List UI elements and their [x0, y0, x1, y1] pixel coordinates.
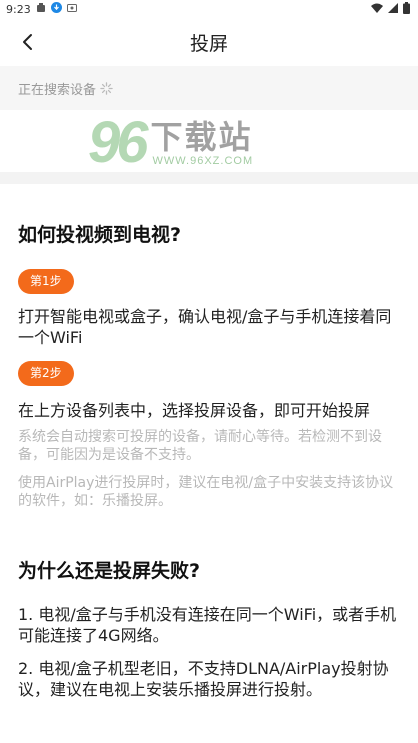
hint-text: 系统会自动搜索可投屏的设备，请耐心等待。若检测不到设备，可能因为是设备不支持。 [18, 429, 382, 463]
step-1: 第1步 打开智能电视或盒子，确认电视/盒子与手机连接着同一个WiFi [18, 269, 400, 348]
watermark-logo: 96 下载站 WWW.96XZ.COM [88, 114, 253, 172]
notification-icon [36, 2, 46, 16]
watermark-text: 下载站 WWW.96XZ.COM [151, 119, 254, 167]
step-text: 打开智能电视或盒子，确认电视/盒子与手机连接着同一个WiFi [18, 307, 392, 347]
guide-heading: 如何投视频到电视? [18, 224, 182, 246]
back-arrow-icon[interactable] [12, 26, 44, 58]
device-list: 96 下载站 WWW.96XZ.COM [0, 110, 418, 172]
status-right [371, 1, 410, 17]
step-2: 第2步 在上方设备列表中，选择投屏设备，即可开始投屏 [18, 361, 400, 421]
page-title: 投屏 [189, 32, 228, 55]
step-text: 在上方设备列表中，选择投屏设备，即可开始投屏 [18, 401, 371, 420]
download-icon [50, 2, 62, 16]
wifi-icon [371, 3, 383, 16]
status-bar: 9:23 [0, 0, 418, 18]
watermark-brand: 下载站 [150, 118, 253, 156]
step-badge: 第1步 [18, 269, 74, 294]
step-badge: 第2步 [18, 361, 74, 386]
device-search-strip: 正在搜索设备 [0, 66, 418, 110]
watermark-number: 96 [88, 110, 148, 175]
loading-spinner-icon [100, 81, 113, 95]
reason-item: 1. 电视/盒子与手机没有连接在同一个WiFi，或者手机可能连接了4G网络。 [18, 605, 397, 645]
watermark-url: WWW.96XZ.COM [152, 155, 254, 167]
nav-bar: 投屏 [0, 18, 418, 66]
battery-icon [403, 1, 410, 17]
signal-icon [388, 2, 398, 16]
cast-status-icon [66, 3, 77, 16]
status-time: 9:23 [6, 2, 31, 16]
reason-item: 2. 电视/盒子机型老旧，不支持DLNA/AirPlay投射协议，建议在电视上安… [18, 659, 389, 699]
search-status-text: 正在搜索设备 [18, 82, 97, 98]
guide-content: 如何投视频到电视? 第1步 打开智能电视或盒子，确认电视/盒子与手机连接着同一个… [0, 184, 418, 700]
failure-heading: 为什么还是投屏失败? [18, 560, 201, 582]
status-left: 9:23 [6, 2, 77, 16]
hint-text: 使用AirPlay进行投屏时，建议在电视/盒子中安装支持该协议的软件，如：乐播投… [18, 475, 394, 509]
section-divider [0, 172, 418, 184]
